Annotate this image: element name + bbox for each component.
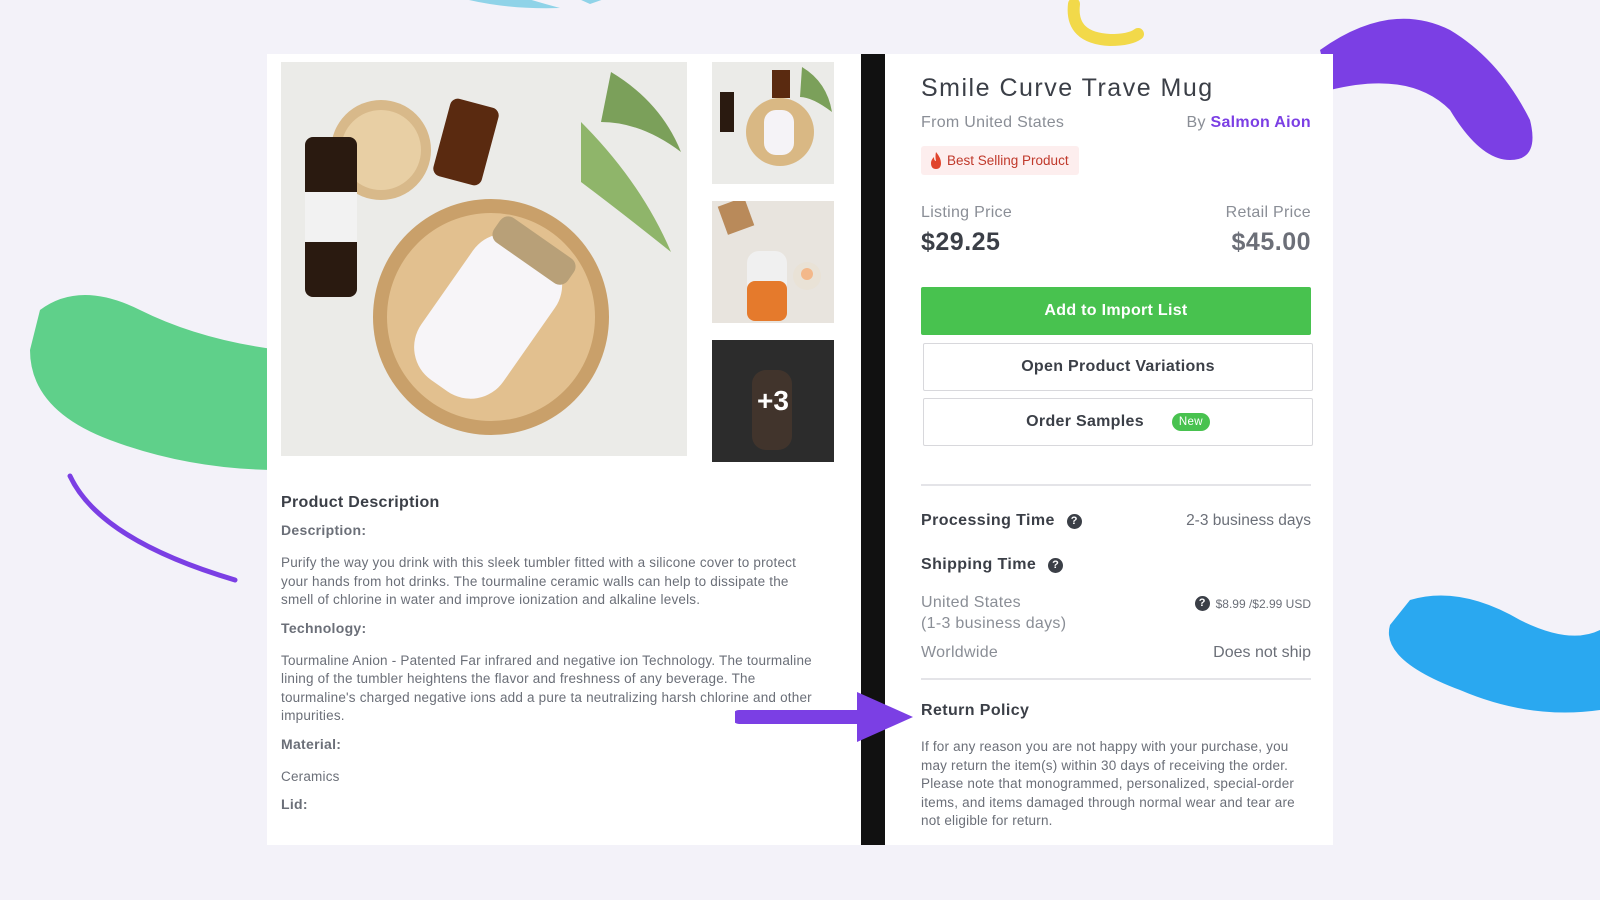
divider xyxy=(921,484,1311,486)
thumbnail-illustration xyxy=(712,62,834,184)
decor-blob-cyan xyxy=(469,0,602,9)
new-badge: New xyxy=(1171,413,1210,431)
decor-blob-yellow xyxy=(1067,0,1144,47)
product-description: Product Description Description: Purify … xyxy=(281,494,821,828)
description-heading: Product Description xyxy=(281,494,440,511)
help-icon[interactable]: ? xyxy=(1048,557,1064,573)
flame-icon xyxy=(931,152,941,169)
shipping-us-row: United States (1-3 business days) ? $8.99… xyxy=(921,592,1311,634)
product-origin-row: From United States By Salmon Aion xyxy=(921,114,1311,132)
thumbnail-more[interactable]: +3 xyxy=(712,340,834,462)
description-text: Purify the way you drink with this sleek… xyxy=(281,555,797,607)
price-row: Listing Price $29.25 Retail Price $45.00 xyxy=(921,204,1311,257)
open-product-variations-button[interactable]: Open Product Variations xyxy=(923,343,1313,391)
shipping-time-row: Shipping Time? xyxy=(921,556,1311,574)
add-to-import-list-button[interactable]: Add to Import List xyxy=(921,287,1311,335)
listing-price-block: Listing Price $29.25 xyxy=(921,204,1012,257)
best-selling-badge: Best Selling Product xyxy=(921,146,1079,175)
lid-label: Lid: xyxy=(281,796,308,812)
decor-stroke-purple xyxy=(67,473,238,583)
help-icon[interactable]: ? xyxy=(1194,596,1210,611)
retail-price-label: Retail Price xyxy=(1225,204,1311,221)
origin-text: From United States xyxy=(921,114,1065,131)
processing-time-row: Processing Time? 2-3 business days xyxy=(921,512,1311,530)
processing-time-label: Processing Time? xyxy=(921,512,1082,530)
pointer-arrow-icon xyxy=(735,692,913,742)
by-label: By xyxy=(1186,114,1206,131)
thumbnail-1[interactable] xyxy=(712,62,834,184)
description-label: Description: xyxy=(281,522,367,538)
shipping-worldwide-value: Does not ship xyxy=(1213,644,1311,661)
help-icon[interactable]: ? xyxy=(1066,513,1082,529)
thumbnail-illustration xyxy=(712,201,834,323)
more-images-count: +3 xyxy=(712,340,834,462)
shipping-destination-us: United States (1-3 business days) xyxy=(921,594,1067,632)
shipping-worldwide-row: Worldwide Does not ship xyxy=(921,644,1311,662)
decor-blob-purple-top xyxy=(1320,18,1533,160)
retail-price-value: $45.00 xyxy=(1231,228,1311,256)
order-samples-label: Order Samples xyxy=(1026,413,1144,430)
order-samples-button[interactable]: Order Samples New xyxy=(923,398,1313,446)
shipping-time-label: Shipping Time? xyxy=(921,556,1064,574)
badge-text: Best Selling Product xyxy=(947,153,1069,168)
processing-time-value: 2-3 business days xyxy=(1186,512,1311,529)
technology-label: Technology: xyxy=(281,619,367,636)
product-details-panel: Smile Curve Trave Mug From United States… xyxy=(885,54,1333,845)
listing-price-label: Listing Price xyxy=(921,204,1013,221)
shipping-cost-us: ? $8.99 /$2.99 USD xyxy=(1194,596,1311,611)
listing-price-value: $29.25 xyxy=(921,228,1001,256)
divider xyxy=(921,678,1311,680)
decor-blob-green xyxy=(30,295,280,470)
decor-blob-blue xyxy=(1388,595,1600,713)
return-policy-text: If for any reason you are not happy with… xyxy=(921,739,1295,828)
return-policy-title: Return Policy xyxy=(921,702,1030,719)
thumbnail-2[interactable] xyxy=(712,201,834,323)
material-text: Ceramics xyxy=(281,768,340,784)
main-image-illustration xyxy=(281,62,687,456)
product-title: Smile Curve Trave Mug xyxy=(921,74,1214,102)
seller-info: By Salmon Aion xyxy=(1186,114,1311,132)
main-product-image[interactable] xyxy=(281,62,687,456)
seller-link[interactable]: Salmon Aion xyxy=(1211,114,1312,131)
retail-price-block: Retail Price $45.00 xyxy=(1226,204,1311,257)
shipping-destination-worldwide: Worldwide xyxy=(921,644,999,661)
